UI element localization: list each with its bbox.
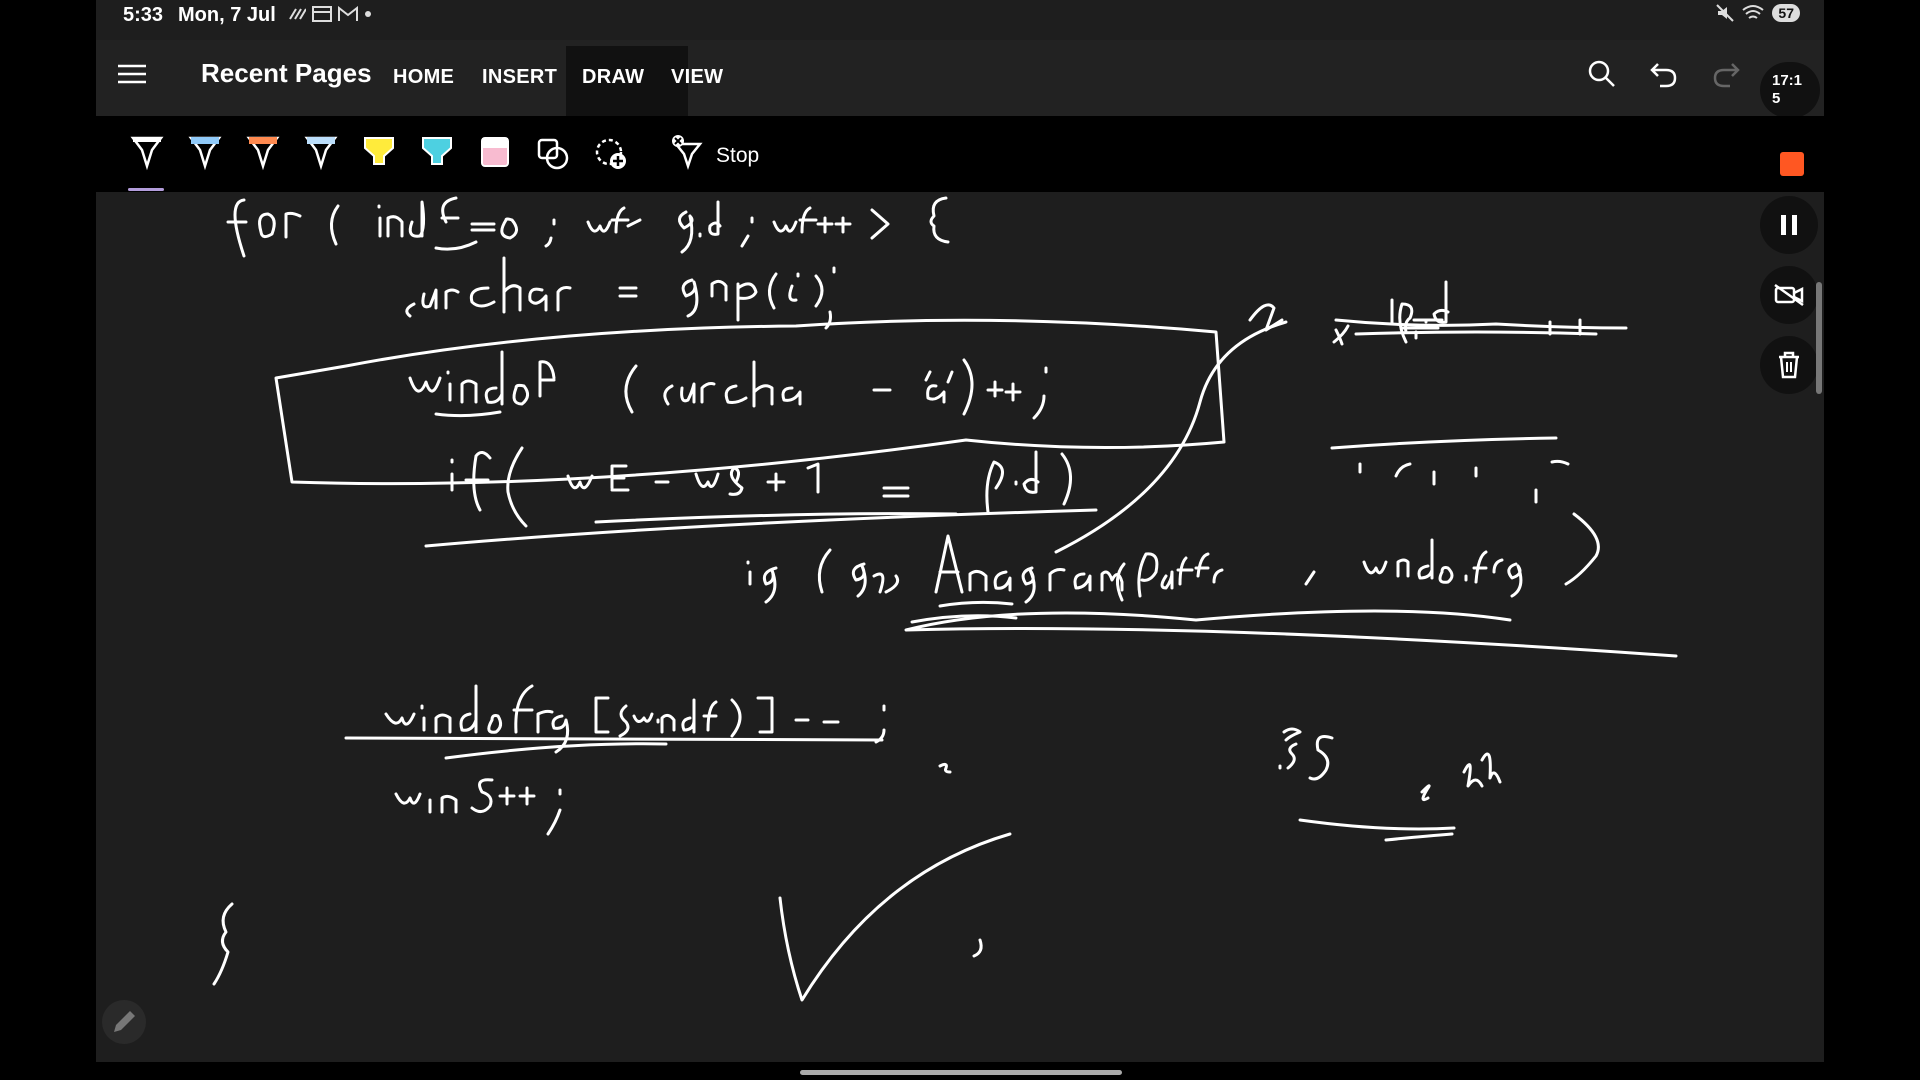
highlighter-cyan-icon[interactable] <box>420 134 454 172</box>
undo-icon[interactable] <box>1648 58 1680 90</box>
ink-canvas[interactable] <box>96 192 1824 1062</box>
status-date: Mon, 7 Jul <box>178 4 276 26</box>
timer-line-1: 17:1 <box>1772 72 1803 89</box>
ink-closing-brace <box>212 902 234 986</box>
pen-orange-icon[interactable] <box>246 134 280 172</box>
ink-closing-and-check <box>212 832 1012 1002</box>
ink-line-windowfreq <box>274 318 1226 486</box>
vertical-scrollbar[interactable] <box>1816 282 1822 394</box>
ink-line-increment <box>394 778 562 836</box>
ink-line-for-loop <box>226 196 950 258</box>
pause-icon <box>1781 215 1797 235</box>
camera-off-icon <box>1774 283 1804 307</box>
home-indicator[interactable] <box>800 1070 1122 1075</box>
calendar-icon <box>312 6 332 22</box>
draw-toolbar: Stop <box>96 116 1824 192</box>
ink-line-decrement <box>344 684 952 774</box>
stop-button[interactable]: Stop <box>716 144 759 168</box>
tab-insert[interactable]: INSERT <box>482 66 557 89</box>
pen-white-icon[interactable] <box>130 134 164 172</box>
pen-lightblue-icon[interactable] <box>304 134 338 172</box>
eraser-icon[interactable] <box>478 134 512 172</box>
ink-line-curchar <box>405 256 836 330</box>
selected-pen-indicator <box>128 188 164 191</box>
stop-recording-button[interactable] <box>1780 152 1804 176</box>
tab-draw[interactable]: DRAW <box>582 66 644 89</box>
shapes-icon[interactable] <box>536 134 570 172</box>
delete-recording-button[interactable] <box>1760 336 1818 394</box>
edit-mode-button[interactable] <box>102 1000 146 1044</box>
signal-icon <box>289 8 306 20</box>
page-title[interactable]: Recent Pages <box>201 58 372 89</box>
camera-off-button[interactable] <box>1760 266 1818 324</box>
ink-checkmark <box>778 832 1012 1002</box>
timer-line-2: 5 <box>1772 90 1781 107</box>
system-icons: 57 <box>1716 4 1800 22</box>
lasso-add-icon[interactable] <box>594 134 628 172</box>
pause-recording-button[interactable] <box>1760 196 1818 254</box>
pencil-icon <box>114 1011 135 1032</box>
dot-icon <box>365 11 371 17</box>
status-bar: 5:33 Mon, 7 Jul 57 <box>96 0 1824 30</box>
battery-badge: 57 <box>1772 4 1800 22</box>
handwriting-layer <box>212 196 1678 1002</box>
status-time: 5:33 <box>123 4 164 26</box>
screen: 5:33 Mon, 7 Jul 57 Recent Pages HOME INS… <box>96 0 1824 1062</box>
gmail-icon <box>338 6 358 21</box>
mute-icon <box>1716 4 1735 22</box>
ink-line-if-window <box>424 446 1098 548</box>
menu-icon[interactable] <box>118 62 146 86</box>
wifi-icon <box>1742 5 1765 19</box>
notification-icons <box>288 6 372 22</box>
pen-blue-icon[interactable] <box>188 134 222 172</box>
trash-icon <box>1779 351 1799 379</box>
stop-ink-icon[interactable] <box>670 134 704 172</box>
redo-icon[interactable] <box>1710 58 1742 90</box>
tab-view[interactable]: VIEW <box>671 66 723 89</box>
highlighter-yellow-icon[interactable] <box>362 134 396 172</box>
app-bar: Recent Pages HOME INSERT DRAW VIEW 17:1 … <box>96 40 1824 118</box>
recording-timer: 17:1 5 <box>1760 62 1820 118</box>
search-icon[interactable] <box>1586 58 1618 90</box>
ink-line-anagram <box>746 512 1678 658</box>
tab-home[interactable]: HOME <box>393 66 454 89</box>
